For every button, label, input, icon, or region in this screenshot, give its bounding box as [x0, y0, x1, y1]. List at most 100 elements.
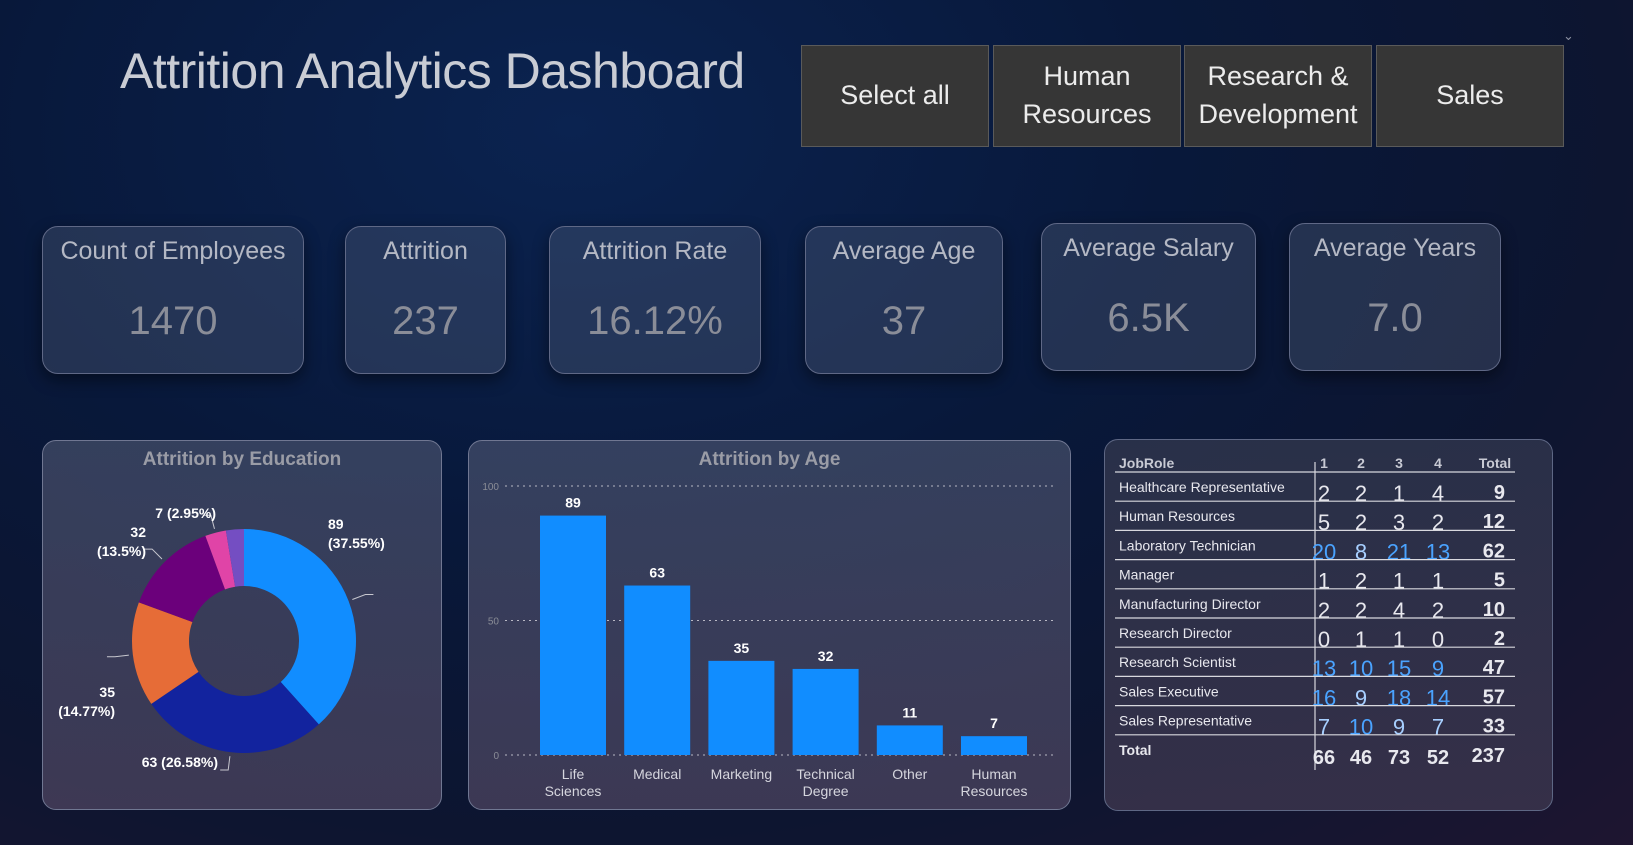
matrix-cell: 14: [1426, 685, 1450, 710]
matrix-cell: 13: [1426, 539, 1450, 564]
matrix-cell: 10: [1349, 656, 1373, 681]
y-tick-label: 50: [488, 617, 500, 628]
kpi-card-average-salary: Average Salary 6.5K: [1041, 223, 1256, 371]
data-label: 11: [902, 704, 917, 720]
matrix-cell: 66: [1313, 747, 1335, 769]
chevron-down-icon[interactable]: ⌄: [1563, 28, 1574, 44]
matrix-cell: 46: [1350, 747, 1372, 769]
kpi-card-attrition: Attrition 237: [345, 226, 506, 374]
matrix-cell: 2: [1355, 510, 1367, 535]
matrix-cell: 21: [1387, 539, 1411, 564]
data-label: 7: [990, 715, 998, 731]
bar[interactable]: [792, 668, 859, 755]
row-label: Sales Representative: [1119, 713, 1252, 729]
kpi-card-average-age: Average Age 37: [805, 226, 1003, 374]
matrix-cell: 9: [1355, 685, 1367, 710]
matrix-cell: 1: [1318, 569, 1330, 594]
data-label: 63: [649, 565, 665, 581]
matrix-cell: 2: [1432, 598, 1444, 623]
x-tick-label: Medical: [633, 766, 681, 782]
department-slicer: Select all Human Resources Research & De…: [801, 45, 1565, 147]
row-label: Healthcare Representative: [1119, 479, 1285, 495]
matrix-cell: 2: [1318, 598, 1330, 623]
matrix-cell: 73: [1388, 747, 1410, 769]
x-tick-label: Life Sciences: [545, 766, 602, 799]
leader-line: [220, 756, 231, 771]
matrix-cell: 5: [1318, 510, 1330, 535]
slicer-select-all-button[interactable]: Select all: [801, 45, 989, 147]
slicer-human-resources-button[interactable]: Human Resources: [993, 45, 1181, 147]
y-tick-label: 0: [493, 751, 499, 762]
kpi-value: 237: [392, 299, 459, 343]
data-label: 89: [565, 495, 581, 511]
data-label: 89 (37.55%): [328, 516, 385, 551]
column-header: JobRole: [1119, 455, 1174, 471]
kpi-label: Attrition: [383, 237, 468, 265]
matrix-cell: 0: [1432, 627, 1444, 652]
page-title: Attrition Analytics Dashboard: [120, 43, 745, 99]
column-header: 3: [1395, 455, 1403, 471]
matrix-cell: 2: [1355, 569, 1367, 594]
slicer-research-development-label: Research & Development: [1198, 61, 1358, 129]
slicer-research-development-button[interactable]: Research & Development: [1184, 45, 1372, 147]
matrix-cell: 1: [1393, 569, 1405, 594]
data-label: 35 (14.77%): [58, 684, 115, 719]
matrix-cell: 13: [1312, 656, 1336, 681]
matrix-cell: 7: [1432, 715, 1444, 740]
column-header: Total: [1479, 455, 1511, 471]
kpi-value: 16.12%: [587, 299, 723, 343]
column-header: 4: [1434, 455, 1442, 471]
row-label: Manufacturing Director: [1119, 596, 1261, 612]
matrix-cell: 3: [1393, 510, 1405, 535]
donut-chart: 89 (37.55%) 63 (26.58%) 35 (14.77%) 32 (13.5%)…: [58, 505, 385, 771]
matrix-cell: 8: [1355, 539, 1367, 564]
attrition-by-education-panel: Attrition by Education 89 (37.55%) 63 (26.…: [42, 440, 442, 810]
x-tick-label: Technical Degree: [796, 766, 854, 799]
row-label: Research Director: [1119, 625, 1232, 641]
leader-line: [352, 594, 374, 600]
kpi-card-attrition-rate: Attrition Rate 16.12%: [549, 226, 761, 374]
kpi-label: Count of Employees: [60, 237, 286, 265]
data-label: 63 (26.58%): [142, 754, 218, 770]
row-label: Laboratory Technician: [1119, 537, 1256, 553]
bar[interactable]: [624, 585, 691, 755]
kpi-card-average-years: Average Years 7.0: [1289, 223, 1501, 371]
kpi-label: Average Salary: [1063, 234, 1234, 262]
kpi-value: 7.0: [1367, 296, 1423, 340]
bar[interactable]: [540, 515, 606, 755]
matrix-cell: 2: [1432, 510, 1444, 535]
jobrole-matrix: JobRole 1 2 3 4 TotalHealthcare Representativ…: [1115, 455, 1515, 770]
bar[interactable]: [961, 736, 1027, 755]
slicer-sales-button[interactable]: Sales: [1376, 45, 1564, 147]
x-tick-label: Other: [892, 766, 927, 782]
matrix-cell: 1: [1432, 569, 1444, 594]
x-tick-label: Marketing: [711, 766, 772, 782]
column-header: 1: [1320, 455, 1328, 471]
column-header: 2: [1357, 455, 1365, 471]
data-label: 35: [734, 640, 750, 656]
kpi-label: Average Age: [832, 237, 976, 265]
row-label: Research Scientist: [1119, 654, 1236, 670]
matrix-cell: 9: [1432, 656, 1444, 681]
x-tick-label: Human Resources: [961, 766, 1028, 799]
matrix-cell: 1: [1393, 627, 1405, 652]
kpi-label: Attrition Rate: [582, 237, 728, 265]
kpi-label: Average Years: [1313, 234, 1477, 262]
bar[interactable]: [708, 660, 775, 755]
matrix-cell: 7: [1318, 715, 1330, 740]
row-label: Manager: [1119, 567, 1175, 583]
matrix-cell: 1: [1393, 481, 1405, 506]
matrix-cell: 16: [1312, 685, 1336, 710]
data-label: 7 (2.95%): [155, 505, 216, 521]
matrix-cell: 15: [1387, 656, 1411, 681]
leader-line: [106, 654, 129, 658]
matrix-cell: 52: [1427, 747, 1449, 769]
kpi-value: 6.5K: [1107, 296, 1190, 340]
bar[interactable]: [876, 725, 943, 755]
matrix-cell: 18: [1387, 685, 1411, 710]
data-label: 32 (13.5%): [97, 524, 146, 559]
matrix-cell: 1: [1355, 627, 1367, 652]
matrix-cell: 2: [1355, 598, 1367, 623]
attrition-by-age-panel: Attrition by Age 0 50 100 89 Life Sciences 63 M…: [468, 440, 1071, 810]
kpi-value: 37: [881, 299, 927, 343]
